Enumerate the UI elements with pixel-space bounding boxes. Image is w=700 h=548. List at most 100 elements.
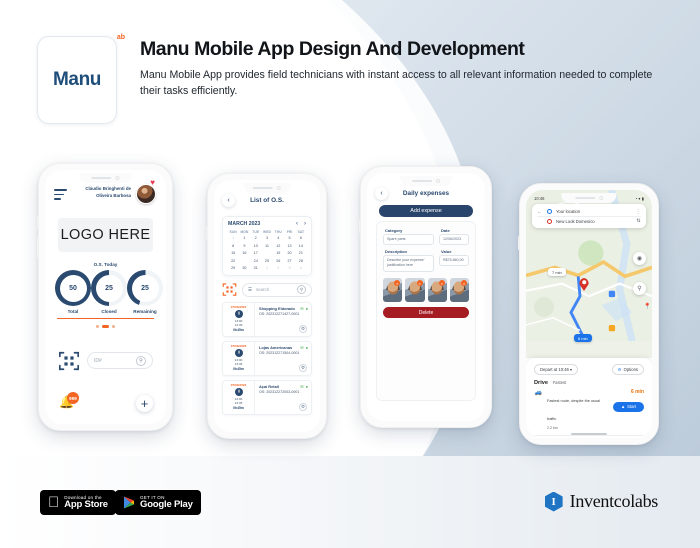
calendar-day[interactable]: 2 xyxy=(251,235,261,242)
start-navigation-button[interactable]: ▲ Start xyxy=(613,401,644,412)
calendar-day[interactable]: 3 xyxy=(262,235,272,242)
remove-photo-icon[interactable]: × xyxy=(394,280,401,287)
drive-route-row[interactable]: 🚙 Fastest route, despite the usual traff… xyxy=(534,389,644,430)
back-button[interactable]: ‹ xyxy=(222,194,235,207)
list-item[interactable]: 07/03/2023 13:00 13:45 0h45m Shopping El… xyxy=(222,302,312,337)
calendar-day[interactable]: 22 xyxy=(228,258,238,265)
settings-gear-icon[interactable]: ⚙ xyxy=(299,364,307,372)
route-options-chip[interactable]: ⚙ Options xyxy=(611,364,644,375)
calendar-day[interactable]: 9 xyxy=(239,243,249,250)
calendar-day[interactable]: 4 xyxy=(296,265,306,272)
calendar-day[interactable]: 1 xyxy=(239,235,249,242)
remove-photo-icon[interactable]: × xyxy=(461,280,467,287)
location-pin-icon[interactable]: ● xyxy=(306,384,308,389)
back-arrow-icon[interactable]: ← xyxy=(537,209,542,215)
calendar-day[interactable]: 30 xyxy=(239,265,249,272)
settings-gear-icon[interactable]: ⚙ xyxy=(299,325,307,333)
swap-route-icon[interactable]: ⇅ xyxy=(636,218,641,224)
calendar-day[interactable]: 5 xyxy=(284,235,294,242)
message-icon[interactable]: ✉ xyxy=(300,384,303,389)
category-field[interactable]: Category Spare parts xyxy=(383,228,434,246)
calendar-day[interactable]: 31 xyxy=(251,265,261,272)
depart-time-chip[interactable]: Depart at 10:46 ▾ xyxy=(534,364,579,375)
filter-icon[interactable]: ☰ xyxy=(248,287,252,293)
calendar-day[interactable]: 27 xyxy=(284,258,294,265)
menu-icon[interactable] xyxy=(54,189,67,203)
calendar-day[interactable]: 8 xyxy=(228,243,238,250)
search-icon[interactable]: ⚲ xyxy=(297,285,306,294)
calendar-day[interactable]: 21 xyxy=(296,250,306,257)
calendar-day[interactable]: 16 xyxy=(239,250,249,257)
calendar-prev-icon[interactable]: ‹ xyxy=(296,221,298,227)
map-layers-icon[interactable]: ◉ xyxy=(633,252,646,265)
photo-thumbnail[interactable]: × xyxy=(405,278,425,303)
list-item[interactable]: 07/03/2023 13:00 13:45 0h45m Lojas Ameri… xyxy=(222,341,312,376)
notification-bell-icon[interactable]: 🔔 999 xyxy=(59,392,79,410)
remove-photo-icon[interactable]: × xyxy=(416,280,423,287)
date-field[interactable]: Date 12/06/2023 xyxy=(439,228,469,246)
calendar-day[interactable]: 20 xyxy=(284,250,294,257)
calendar-day[interactable]: 25 xyxy=(262,258,272,265)
app-store-badge[interactable]:  Download on the App Store xyxy=(40,490,116,515)
origin-row[interactable]: ← Your location ⋮ xyxy=(537,207,641,216)
carousel-dot[interactable] xyxy=(112,325,115,328)
calendar-day-selected[interactable]: 18 xyxy=(262,250,272,257)
message-icon[interactable]: ✉ xyxy=(300,306,303,311)
calendar-day[interactable]: 2 xyxy=(273,265,283,272)
location-pin-icon[interactable]: ● xyxy=(306,345,308,350)
os-search-input[interactable]: ☰ search ⚲ xyxy=(242,282,312,297)
photo-thumbnail[interactable]: × xyxy=(449,278,469,303)
search-icon[interactable]: ⚲ xyxy=(136,355,146,366)
map-search-icon[interactable]: ⚲ xyxy=(633,282,646,295)
calendar-day[interactable]: 10 xyxy=(251,243,261,250)
description-input[interactable]: Describe your expense' justification her… xyxy=(383,255,434,273)
avatar[interactable] xyxy=(136,184,156,204)
photo-thumbnail[interactable]: × xyxy=(383,278,403,303)
calendar-day[interactable]: 29 xyxy=(228,265,238,272)
calendar-day[interactable]: 13 xyxy=(284,243,294,250)
calendar-day[interactable]: 26 xyxy=(273,258,283,265)
map-place-pin-icon[interactable]: 📍 xyxy=(641,300,652,313)
calendar-day[interactable]: 11 xyxy=(262,243,272,250)
photo-thumbnail[interactable]: × xyxy=(427,278,447,303)
calendar-day[interactable]: 3 xyxy=(284,265,294,272)
category-input[interactable]: Spare parts xyxy=(383,234,434,246)
calendar-day[interactable]: 24 xyxy=(251,258,261,265)
google-play-badge[interactable]: GET IT ON Google Play xyxy=(115,490,201,515)
remove-photo-icon[interactable]: × xyxy=(438,280,445,287)
calendar-day[interactable]: 6 xyxy=(296,235,306,242)
add-expense-button[interactable]: Add expense xyxy=(379,205,473,217)
calendar-next-icon[interactable]: › xyxy=(304,221,306,227)
more-options-icon[interactable]: ⋮ xyxy=(636,209,641,215)
calendar-day[interactable]: 14 xyxy=(296,243,306,250)
message-icon[interactable]: ✉ xyxy=(300,345,303,350)
description-field[interactable]: Description Describe your expense' justi… xyxy=(383,249,434,273)
calendar-day[interactable]: 17 xyxy=(251,250,261,257)
calendar-day-today[interactable]: 23 xyxy=(239,258,249,265)
heart-icon[interactable]: ♥ xyxy=(150,178,155,187)
destination-row[interactable]: ← New Look Domenico ⇅ xyxy=(537,216,641,225)
calendar-day[interactable]: 28 xyxy=(296,258,306,265)
calendar-day[interactable]: 12 xyxy=(273,243,283,250)
calendar-day[interactable]: 1 xyxy=(228,235,238,242)
value-input[interactable]: R$75.860,00 xyxy=(439,255,469,267)
list-item[interactable]: 07/03/2023 13:00 13:45 0h45m Açaí Retail… xyxy=(222,380,312,415)
stat-closed[interactable]: 25 Closed xyxy=(91,270,127,314)
calendar-day[interactable]: 15 xyxy=(228,250,238,257)
carousel-dot[interactable] xyxy=(96,325,99,328)
qr-scan-icon[interactable] xyxy=(222,282,237,297)
delete-button[interactable]: Delete xyxy=(383,307,469,319)
carousel-dots[interactable] xyxy=(45,325,166,328)
qr-scan-icon[interactable] xyxy=(58,350,80,372)
stat-remaining[interactable]: 25 Remaining xyxy=(127,270,163,314)
search-input[interactable]: ID# ⚲ xyxy=(87,352,153,369)
calendar-day[interactable]: 19 xyxy=(273,250,283,257)
settings-gear-icon[interactable]: ⚙ xyxy=(299,403,307,411)
carousel-dot-active[interactable] xyxy=(102,325,109,328)
value-field[interactable]: Value R$75.860,00 xyxy=(439,249,469,267)
calendar-day[interactable]: 1 xyxy=(262,265,272,272)
back-button[interactable]: ‹ xyxy=(375,187,388,200)
date-input[interactable]: 12/06/2023 xyxy=(439,234,469,246)
stat-total[interactable]: 50 Total xyxy=(55,270,91,314)
add-button[interactable]: + xyxy=(136,395,153,412)
